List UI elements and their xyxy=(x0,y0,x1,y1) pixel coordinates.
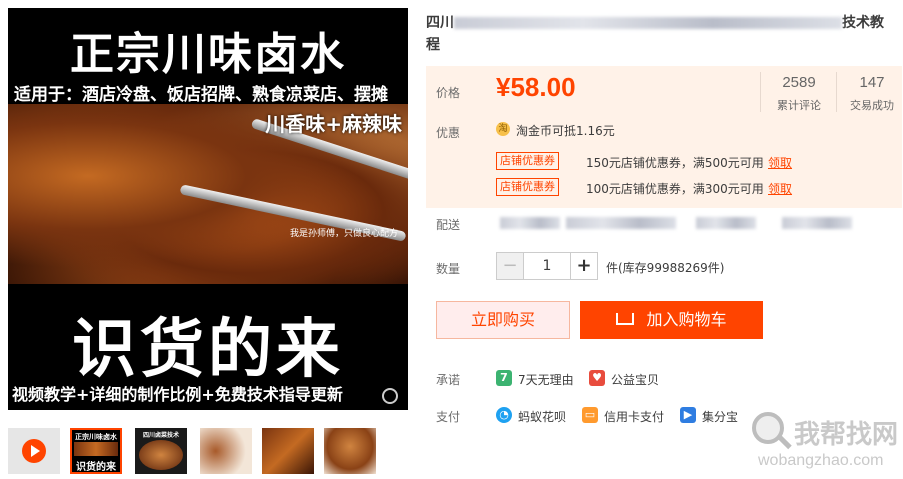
charity-item-text[interactable]: 公益宝贝 xyxy=(611,371,659,388)
price-label: 价格 xyxy=(436,86,461,100)
thumb-poster-title: 正宗川味卤水 xyxy=(75,433,117,441)
charity-heart-icon: ♥ xyxy=(589,370,605,386)
thumbnail-dish-1[interactable] xyxy=(200,428,252,474)
quantity-decrease-button[interactable]: − xyxy=(497,253,524,279)
quantity-input[interactable]: 1 xyxy=(523,253,571,279)
jifenbao-text[interactable]: 集分宝 xyxy=(702,408,738,425)
coupon-claim-link[interactable]: 领取 xyxy=(768,180,792,197)
poster-note-text: 我是孙师傅，只做良心配方 xyxy=(289,229,398,239)
price-panel: 价格 ¥58.00 2589 累计评论 147 交易成功 优惠 淘 淘金币可抵1… xyxy=(426,66,902,208)
watermark-name: 我帮找网 xyxy=(794,420,899,450)
credit-card-icon: ▭ xyxy=(582,407,598,423)
reviews-count[interactable]: 2589 xyxy=(764,74,834,91)
sales-count: 147 xyxy=(859,74,885,91)
add-to-cart-label: 加入购物车 xyxy=(646,310,727,329)
title-end: 技术教 xyxy=(842,15,884,31)
seven-day-return-icon: 7 xyxy=(496,370,512,386)
watermark-url: wobangzhao.com xyxy=(758,452,884,469)
promo-label: 优惠 xyxy=(436,126,461,140)
thumb-poster-2-title: 四川卤菜技术 xyxy=(142,432,179,439)
poster-suitable-text: 适用于：酒店冷盘、饭店招牌、熟食凉菜店、摆摊 xyxy=(14,85,388,105)
stat-divider xyxy=(760,72,761,112)
delivery-info-blurred[interactable] xyxy=(500,216,860,230)
coupon-tag: 店铺优惠券 xyxy=(496,178,559,196)
huabei-text[interactable]: 蚂蚁花呗 xyxy=(518,408,566,425)
add-to-cart-button[interactable]: 加入购物车 xyxy=(580,301,763,339)
poster-footer-text: 视频教学+详细的制作比例+免费技术指导更新 xyxy=(12,385,343,404)
taojinbi-icon: 淘 xyxy=(496,122,510,136)
thumb-poster-big: 识货的来 xyxy=(76,462,116,473)
seven-day-return-text[interactable]: 7天无理由 xyxy=(518,371,574,388)
poster-big-text: 识货的来 xyxy=(72,313,344,387)
delivery-label: 配送 xyxy=(436,218,461,232)
thumbnail-video[interactable] xyxy=(8,428,60,474)
reviews-label: 累计评论 xyxy=(777,99,821,112)
jifenbao-icon: ▶ xyxy=(680,407,696,423)
coupon-text: 100元店铺优惠券，满300元可用 xyxy=(586,182,764,196)
quantity-increase-button[interactable]: + xyxy=(570,253,597,279)
product-title: 四川 技术教 程 xyxy=(426,12,898,56)
title-start: 四川 xyxy=(426,15,454,31)
thumbnail-dish-2[interactable] xyxy=(262,428,314,474)
title-blurred xyxy=(454,17,842,29)
sales-label: 交易成功 xyxy=(850,99,894,112)
poster-title: 正宗川味卤水 xyxy=(70,29,346,80)
coin-deduct-text: 淘金币可抵1.16元 xyxy=(516,124,615,138)
buy-now-button[interactable]: 立即购买 xyxy=(436,301,570,339)
coupon-text: 150元店铺优惠券，满500元可用 xyxy=(586,156,764,170)
thumbnail-dish-3[interactable] xyxy=(324,428,376,474)
main-product-image[interactable]: 正宗川味卤水 适用于：酒店冷盘、饭店招牌、熟食凉菜店、摆摊 川香味+麻辣味 我是… xyxy=(8,8,408,410)
cart-icon xyxy=(616,313,635,325)
quantity-label: 数量 xyxy=(436,262,461,276)
payment-label: 支付 xyxy=(436,410,461,424)
site-watermark: 我帮找网 wobangzhao.com xyxy=(748,408,903,479)
title-line2: 程 xyxy=(426,37,440,53)
stock-text: 件(库存99988269件) xyxy=(606,261,725,275)
video-play-icon xyxy=(22,439,46,463)
quantity-stepper: − 1 + xyxy=(496,252,598,280)
coupon-tag: 店铺优惠券 xyxy=(496,152,559,170)
thumbnail-poster[interactable]: 正宗川味卤水 识货的来 xyxy=(70,428,122,474)
huabei-icon: ◔ xyxy=(496,407,512,423)
price-value: ¥58.00 xyxy=(496,72,576,102)
zoom-icon[interactable] xyxy=(382,388,398,404)
credit-card-text[interactable]: 信用卡支付 xyxy=(604,408,664,425)
thumbnail-poster-2[interactable]: 四川卤菜技术 xyxy=(135,428,187,474)
coupon-claim-link[interactable]: 领取 xyxy=(768,154,792,171)
poster-flavor-text: 川香味+麻辣味 xyxy=(265,112,402,136)
promise-label: 承诺 xyxy=(436,373,461,387)
